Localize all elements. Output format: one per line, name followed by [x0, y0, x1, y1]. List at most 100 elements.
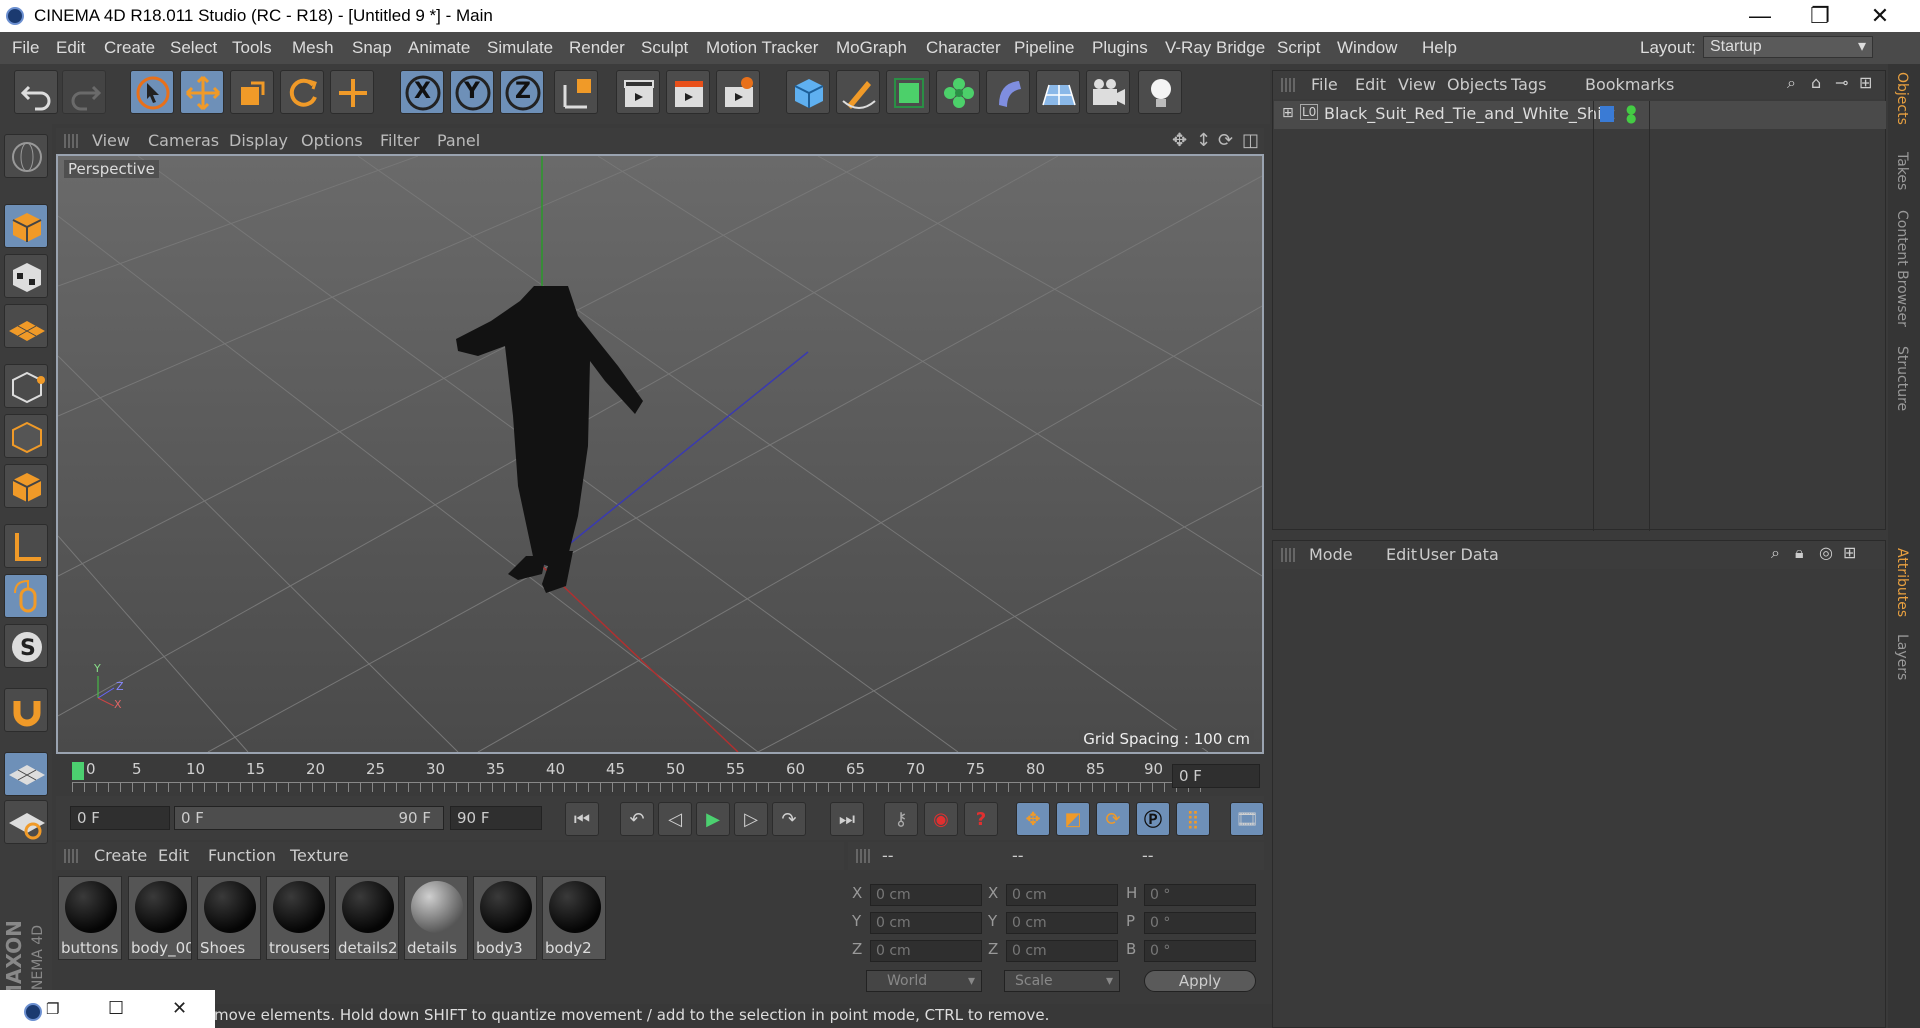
end-frame-field[interactable]: 90 F: [450, 806, 542, 830]
objects-menu-view[interactable]: View: [1398, 75, 1436, 94]
menu-mesh[interactable]: Mesh: [292, 38, 334, 58]
record-position-button[interactable]: ✥: [1016, 802, 1050, 836]
menu-snap[interactable]: Snap: [352, 38, 392, 58]
new-panel-icon[interactable]: ⊞: [1859, 73, 1872, 92]
planar-workplane-button[interactable]: [4, 800, 48, 844]
object-row[interactable]: ⊞ L0 Black_Suit_Red_Tie_and_White_Shirt …: [1274, 101, 1886, 129]
tab-content-browser[interactable]: Content Browser: [1894, 210, 1910, 327]
size-x-field[interactable]: 0 cm: [1006, 884, 1118, 906]
snap-button[interactable]: [4, 688, 48, 732]
viewport-menu-cameras[interactable]: Cameras: [148, 131, 219, 150]
minimized-window-bar[interactable]: ❐ ☐ ✕: [0, 990, 215, 1028]
axis-y-button[interactable]: Y: [450, 70, 494, 114]
menu-animate[interactable]: Animate: [408, 38, 470, 58]
menu-select[interactable]: Select: [170, 38, 217, 58]
preview-range-slider[interactable]: 0 F 90 F: [174, 806, 444, 830]
close-button[interactable]: ✕: [1850, 0, 1910, 32]
apply-button[interactable]: Apply: [1144, 970, 1256, 992]
material-swatch[interactable]: body3: [473, 876, 537, 960]
size-y-field[interactable]: 0 cm: [1006, 912, 1118, 934]
menu-create[interactable]: Create: [104, 38, 155, 58]
move-tool-button[interactable]: [180, 70, 224, 114]
menu-character[interactable]: Character: [926, 38, 1001, 58]
menu-plugins[interactable]: Plugins: [1092, 38, 1148, 58]
axis-z-button[interactable]: Z: [500, 70, 544, 114]
enable-axis-button[interactable]: [4, 524, 48, 568]
pos-z-field[interactable]: 0 cm: [870, 940, 982, 962]
live-selection-button[interactable]: [130, 70, 174, 114]
cloner-button[interactable]: [936, 70, 980, 114]
maximize-icon[interactable]: ☐: [108, 998, 124, 1019]
viewport-move-icon[interactable]: ✥: [1172, 130, 1187, 151]
coordinate-system-button[interactable]: [554, 70, 598, 114]
object-name[interactable]: Black_Suit_Red_Tie_and_White_Shirt: [1324, 104, 1615, 123]
edges-mode-button[interactable]: [4, 414, 48, 458]
redo-button[interactable]: [62, 70, 106, 114]
texture-mode-button[interactable]: [4, 254, 48, 298]
floor-environment-button[interactable]: [1036, 70, 1080, 114]
menu-edit[interactable]: Edit: [56, 38, 85, 58]
axis-x-button[interactable]: X: [400, 70, 444, 114]
tweak-mode-button[interactable]: [4, 574, 48, 618]
material-menu-texture[interactable]: Texture: [290, 846, 349, 865]
render-to-picture-viewer-button[interactable]: [666, 70, 710, 114]
material-menu-create[interactable]: Create: [94, 846, 147, 865]
menu-pipeline[interactable]: Pipeline: [1014, 38, 1075, 58]
menu-sculpt[interactable]: Sculpt: [641, 38, 688, 58]
pos-y-field[interactable]: 0 cm: [870, 912, 982, 934]
solo-button[interactable]: S: [4, 624, 48, 668]
attributes-menu-user-data[interactable]: User Data: [1419, 545, 1499, 564]
visibility-editor-dot[interactable]: [1600, 106, 1614, 122]
layout-select[interactable]: Startup ▾: [1703, 36, 1873, 58]
timeline-window-button[interactable]: 🎞︎: [1230, 802, 1264, 836]
record-point-level-button[interactable]: ⣿: [1176, 802, 1210, 836]
rot-b-field[interactable]: 0 °: [1144, 940, 1256, 962]
attributes-menu-edit[interactable]: Edit: [1386, 545, 1417, 564]
previous-frame-button[interactable]: ◁: [658, 802, 692, 836]
material-swatch[interactable]: body2: [542, 876, 606, 960]
material-swatch[interactable]: body_00: [128, 876, 192, 960]
render-view-button[interactable]: [616, 70, 660, 114]
home-icon[interactable]: ⌂: [1811, 73, 1821, 92]
rotate-tool-button[interactable]: [280, 70, 324, 114]
tab-objects[interactable]: Objects: [1894, 72, 1910, 125]
menu-render[interactable]: Render: [569, 38, 625, 58]
perspective-viewport[interactable]: Perspective Grid Spacing : 100 cm Y Z X: [56, 154, 1264, 754]
rot-p-field[interactable]: 0 °: [1144, 912, 1256, 934]
menu-vray-bridge[interactable]: V-Ray Bridge: [1165, 38, 1265, 58]
material-swatch[interactable]: details2: [335, 876, 399, 960]
start-frame-field[interactable]: 0 F: [70, 806, 170, 830]
viewport-maximize-icon[interactable]: ◫: [1242, 130, 1259, 151]
tab-layers[interactable]: Layers: [1894, 634, 1910, 680]
make-editable-button[interactable]: [4, 134, 48, 178]
recent-tools-button[interactable]: [330, 70, 374, 114]
autokeying-button[interactable]: ◉: [924, 802, 958, 836]
current-frame-field[interactable]: 0 F: [1172, 764, 1260, 788]
attributes-menu-mode[interactable]: Mode: [1309, 545, 1353, 564]
search-icon[interactable]: ⌕: [1771, 543, 1780, 563]
cube-primitive-button[interactable]: [786, 70, 830, 114]
menu-mograph[interactable]: MoGraph: [836, 38, 907, 58]
objects-menu-file[interactable]: File: [1311, 75, 1338, 94]
polygons-mode-button[interactable]: [4, 464, 48, 508]
material-menu-function[interactable]: Function: [208, 846, 276, 865]
viewport-menu-options[interactable]: Options: [301, 131, 363, 150]
target-icon[interactable]: ◎: [1819, 543, 1833, 562]
subdivision-surface-button[interactable]: [886, 70, 930, 114]
pos-x-field[interactable]: 0 cm: [870, 884, 982, 906]
go-to-start-button[interactable]: ⏮: [565, 802, 599, 836]
objects-menu-objects[interactable]: Objects: [1447, 75, 1507, 94]
spline-pen-button[interactable]: [836, 70, 880, 114]
lock-workplane-button[interactable]: [4, 752, 48, 796]
material-menu-edit[interactable]: Edit: [158, 846, 189, 865]
expand-icon[interactable]: ⊞: [1282, 105, 1294, 121]
objects-menu-edit[interactable]: Edit: [1355, 75, 1386, 94]
deformer-button[interactable]: [986, 70, 1030, 114]
restore-icon[interactable]: ❐: [46, 1000, 59, 1018]
new-panel-icon[interactable]: ⊞: [1843, 543, 1856, 562]
playhead-marker[interactable]: [72, 762, 84, 780]
next-frame-button[interactable]: ▷: [734, 802, 768, 836]
viewport-menu-filter[interactable]: Filter: [380, 131, 420, 150]
menu-simulate[interactable]: Simulate: [487, 38, 553, 58]
model-mode-button[interactable]: [4, 204, 48, 248]
